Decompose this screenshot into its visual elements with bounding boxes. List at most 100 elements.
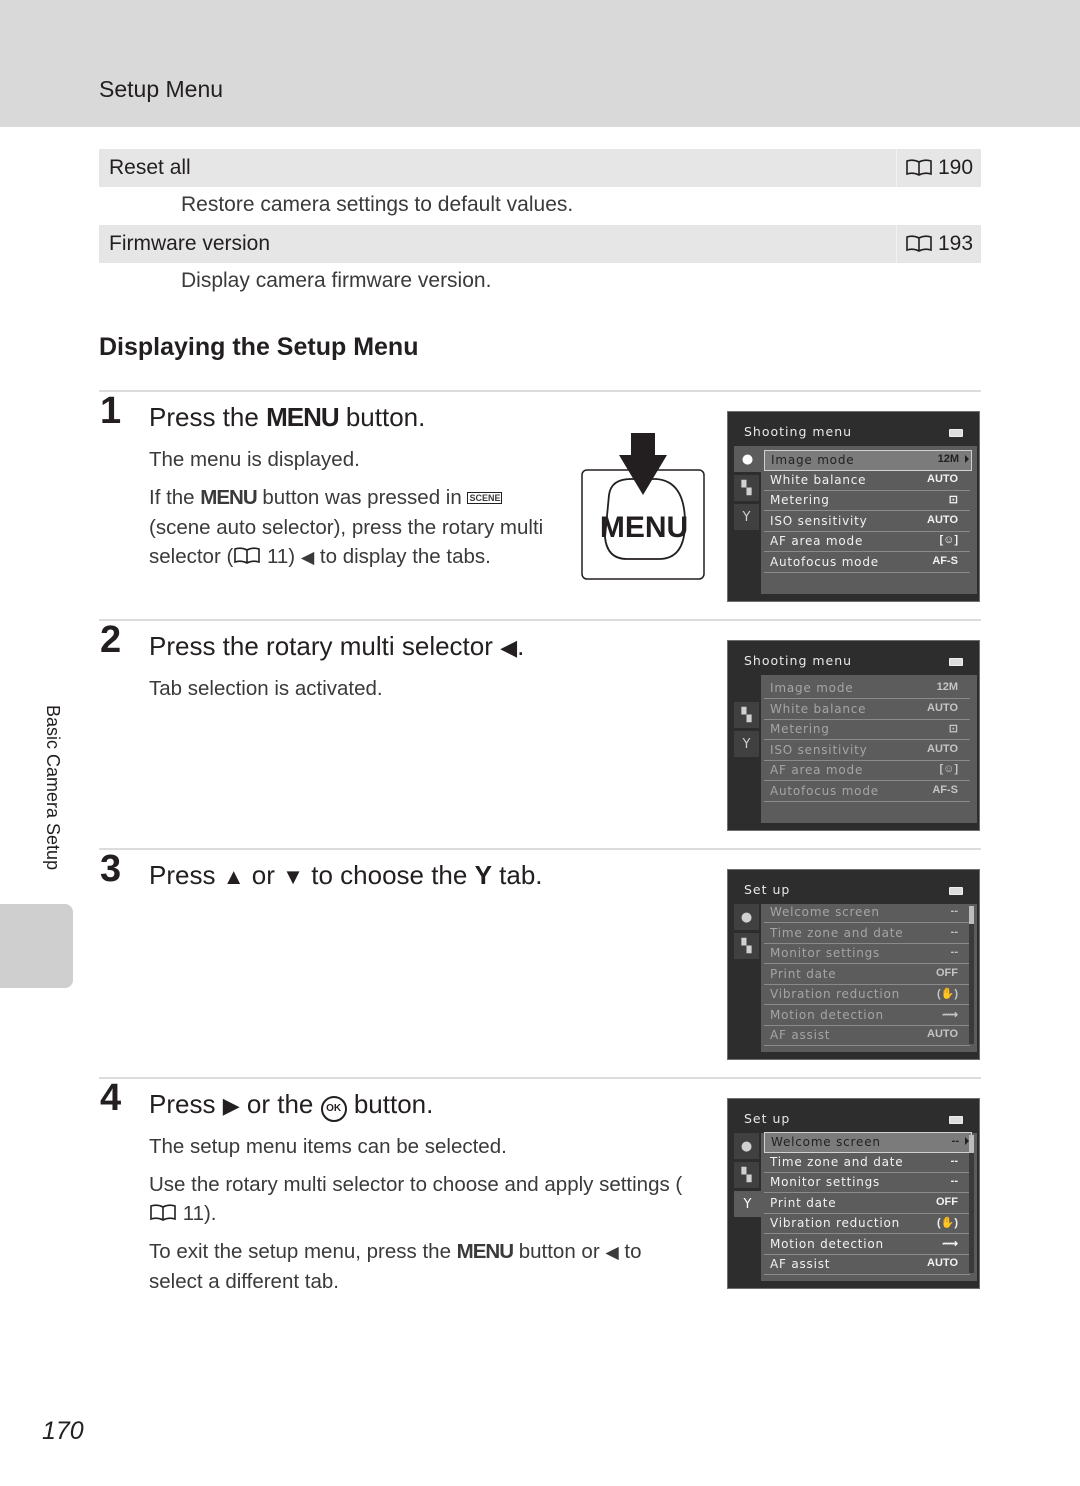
menu-item-name: Image mode bbox=[770, 681, 854, 695]
text: If the bbox=[149, 486, 201, 509]
menu-item[interactable]: Image mode 12M bbox=[764, 450, 972, 471]
menu-item-value: ⟿ bbox=[942, 1237, 958, 1250]
step-number: 3 bbox=[100, 848, 122, 890]
menu-item-name: AF area mode bbox=[770, 534, 864, 548]
step-title: Press ▶ or the OK button. bbox=[149, 1089, 433, 1122]
battery-icon bbox=[949, 887, 963, 895]
menu-item[interactable]: Metering ⊡ bbox=[764, 491, 970, 511]
menu-item[interactable]: AF area mode [☺] bbox=[764, 761, 970, 781]
menu-item[interactable]: Motion detection ⟿ bbox=[764, 1006, 970, 1026]
menu-item[interactable]: Autofocus mode AF-S bbox=[764, 553, 970, 573]
left-arrow-icon: ◀ bbox=[500, 635, 518, 660]
text: . bbox=[517, 631, 525, 661]
menu-item-value: ⊡ bbox=[948, 494, 958, 506]
menu-item[interactable]: Image mode 12M bbox=[764, 679, 970, 699]
movie-tab-icon[interactable]: ▚ bbox=[734, 933, 759, 959]
menu-item[interactable]: Vibration reduction (✋) bbox=[764, 1214, 970, 1234]
menu-item-name: White balance bbox=[770, 472, 867, 487]
header-title: Setup Menu bbox=[99, 76, 224, 102]
chapter-tab bbox=[0, 904, 73, 988]
menu-item-name: AF assist bbox=[770, 1257, 831, 1271]
down-arrow-icon: ▼ bbox=[282, 864, 305, 889]
menu-button-illustration: MENU bbox=[581, 433, 705, 580]
menu-item[interactable]: Monitor settings -- bbox=[764, 1173, 970, 1193]
movie-tab-icon[interactable]: ▚ bbox=[734, 1162, 759, 1188]
menu-item-value: ⊡ bbox=[948, 723, 958, 735]
book-icon bbox=[234, 547, 261, 564]
menu-item-value: ⟿ bbox=[942, 1008, 958, 1021]
text: To exit the setup menu, press the bbox=[149, 1240, 457, 1263]
menu-item-name: Autofocus mode bbox=[770, 554, 879, 569]
ref-row-reset-all: Reset all 190 bbox=[99, 149, 981, 187]
menu-item-value: -- bbox=[950, 925, 958, 938]
menu-item-value: -- bbox=[950, 946, 958, 958]
text: or bbox=[244, 860, 283, 890]
menu-item[interactable]: AF area mode [☺] bbox=[764, 532, 970, 552]
menu-item[interactable]: AF assist AUTO bbox=[764, 1026, 970, 1046]
submenu-arrow-icon bbox=[965, 455, 969, 463]
text: button. bbox=[338, 402, 426, 432]
camera-tab-icon[interactable]: ● bbox=[734, 904, 759, 930]
menu-item[interactable]: White balance AUTO bbox=[764, 471, 970, 491]
menu-item[interactable]: Motion detection ⟿ bbox=[764, 1235, 970, 1255]
menu-item[interactable]: ISO sensitivity AUTO bbox=[764, 512, 970, 532]
menu-item-name: Print date bbox=[770, 966, 837, 981]
chapter-tab-label: Basic Camera Setup bbox=[43, 705, 63, 871]
menu-item-value: -- bbox=[950, 1175, 958, 1187]
menu-item-name: AF assist bbox=[770, 1028, 831, 1042]
camera-screen-tab-selection: Shooting menu ▚ Y Image mode 12M White balanc… bbox=[727, 640, 980, 831]
menu-item[interactable]: Vibration reduction (✋) bbox=[764, 985, 970, 1005]
menu-item[interactable]: Welcome screen -- bbox=[764, 1132, 972, 1153]
menu-item[interactable]: Print date OFF bbox=[764, 965, 970, 985]
camera-screen-shooting-menu: Shooting menu ● ▚ Y Image mode 12M White balan… bbox=[727, 411, 980, 602]
step-paragraph: To exit the setup menu, press the MENU b… bbox=[149, 1237, 694, 1296]
menu-item-name: ISO sensitivity bbox=[770, 742, 868, 757]
movie-tab-icon[interactable]: ▚ bbox=[734, 702, 759, 728]
menu-item-name: AF area mode bbox=[770, 763, 864, 777]
menu-item[interactable]: AF assist AUTO bbox=[764, 1255, 970, 1275]
step-number: 2 bbox=[100, 619, 122, 661]
menu-item[interactable]: ISO sensitivity AUTO bbox=[764, 741, 970, 761]
text: button was pressed in bbox=[256, 486, 468, 509]
camera-tab-icon[interactable]: ● bbox=[734, 1133, 759, 1159]
step-number: 1 bbox=[100, 390, 122, 432]
menu-item-value: -- bbox=[951, 1135, 959, 1147]
text: to choose the bbox=[304, 860, 475, 890]
menu-item[interactable]: Time zone and date -- bbox=[764, 924, 970, 944]
scrollbar-thumb[interactable] bbox=[969, 906, 974, 924]
menu-item[interactable]: Autofocus mode AF-S bbox=[764, 782, 970, 802]
wrench-tab-icon[interactable]: Y bbox=[734, 504, 759, 530]
scrollbar-thumb[interactable] bbox=[969, 1135, 974, 1153]
camera-tab-icon[interactable]: ● bbox=[734, 446, 761, 472]
book-icon bbox=[150, 1204, 176, 1221]
menu-item[interactable]: Metering ⊡ bbox=[764, 720, 970, 740]
screen-title: Shooting menu bbox=[744, 424, 853, 439]
ref-label: Reset all bbox=[109, 156, 191, 179]
movie-tab-icon[interactable]: ▚ bbox=[734, 475, 759, 501]
text: Press bbox=[149, 860, 223, 890]
wrench-tab-icon[interactable]: Y bbox=[734, 1191, 761, 1217]
menu-item[interactable]: White balance AUTO bbox=[764, 700, 970, 720]
book-icon bbox=[906, 159, 932, 176]
menu-item[interactable]: Time zone and date -- bbox=[764, 1153, 970, 1173]
menu-item[interactable]: Monitor settings -- bbox=[764, 944, 970, 964]
menu-key-label: MENU bbox=[266, 402, 340, 432]
menu-item[interactable]: Welcome screen -- bbox=[764, 903, 970, 923]
screen-title: Set up bbox=[744, 882, 791, 897]
page-number: 170 bbox=[42, 1417, 84, 1445]
menu-item-value: AUTO bbox=[927, 1257, 958, 1269]
wrench-tab-icon[interactable]: Y bbox=[734, 731, 759, 757]
scrollbar[interactable] bbox=[969, 1135, 974, 1273]
menu-item-name: Monitor settings bbox=[770, 1175, 881, 1189]
ref-page-number: 190 bbox=[937, 156, 974, 179]
menu-item[interactable]: Print date OFF bbox=[764, 1194, 970, 1214]
scrollbar[interactable] bbox=[969, 906, 974, 1044]
left-arrow-icon: ◀ bbox=[300, 547, 315, 567]
step-body: The menu is displayed. If the MENU butto… bbox=[149, 445, 569, 581]
text: Press the bbox=[149, 402, 267, 432]
screen-title: Set up bbox=[744, 1111, 791, 1126]
screen-title: Shooting menu bbox=[744, 653, 853, 668]
step-title: Press the rotary multi selector ◀. bbox=[149, 631, 524, 662]
ref-description: Display camera firmware version. bbox=[181, 269, 492, 292]
step-title: Press ▲ or ▼ to choose the Y tab. bbox=[149, 860, 543, 891]
